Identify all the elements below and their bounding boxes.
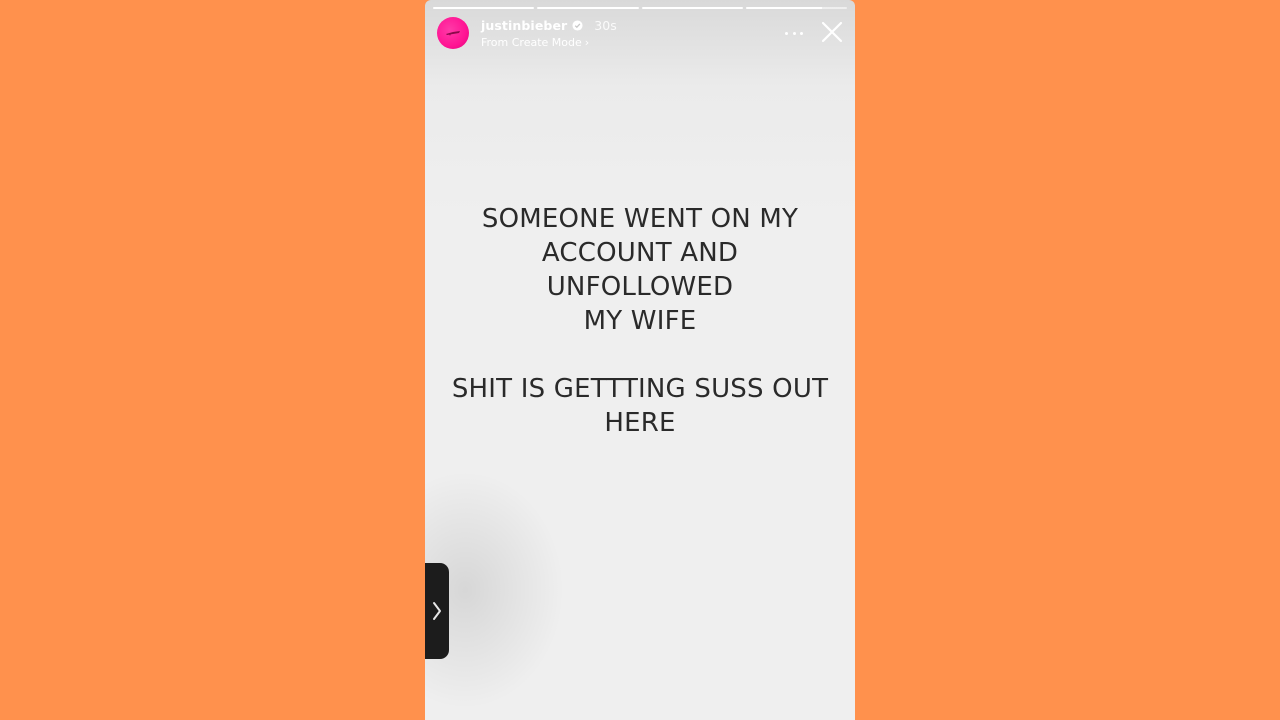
progress-fill [537, 7, 639, 9]
text-spacer [445, 338, 835, 372]
progress-segment [433, 7, 535, 9]
progress-segment [641, 7, 743, 9]
chevron-right-icon [433, 602, 441, 620]
more-dots-icon[interactable] [785, 25, 803, 41]
progress-fill [745, 7, 822, 9]
story-progress-bar [433, 7, 847, 9]
avatar[interactable] [437, 17, 469, 49]
avatar-image-icon [446, 31, 460, 36]
time-ago: 30s [594, 17, 617, 33]
create-mode-label: From Create Mode [481, 35, 582, 49]
story-text-line: SOMEONE WENT ON MY [481, 204, 799, 234]
dot [792, 31, 796, 35]
page-background: justinbieber 30s From Create Mode › SOME… [0, 0, 1280, 720]
story-text-line: SHIT IS GETTTING SUSS OUT [451, 374, 829, 404]
dot [785, 31, 788, 35]
chevron-right-small-icon: › [584, 35, 590, 49]
progress-segment [745, 7, 847, 9]
story-text: SOMEONE WENT ON MY ACCOUNT AND UNFOLLOWE… [445, 202, 835, 440]
progress-fill [433, 7, 535, 9]
story-header: justinbieber 30s From Create Mode › [437, 17, 845, 51]
user-line: justinbieber 30s [481, 17, 617, 33]
side-expand-tab[interactable] [425, 563, 449, 659]
dot [800, 31, 803, 35]
create-mode-link[interactable]: From Create Mode › [481, 35, 589, 49]
story-text-line: ACCOUNT AND UNFOLLOWED [541, 238, 739, 302]
verified-badge-icon [572, 19, 583, 31]
progress-fill [641, 7, 743, 9]
story-text-line: HERE [604, 408, 676, 438]
close-icon[interactable] [819, 19, 845, 45]
story-text-line: MY WIFE [583, 306, 697, 336]
story-viewer[interactable]: justinbieber 30s From Create Mode › SOME… [425, 0, 855, 720]
progress-segment [537, 7, 639, 9]
username[interactable]: justinbieber [481, 18, 567, 33]
